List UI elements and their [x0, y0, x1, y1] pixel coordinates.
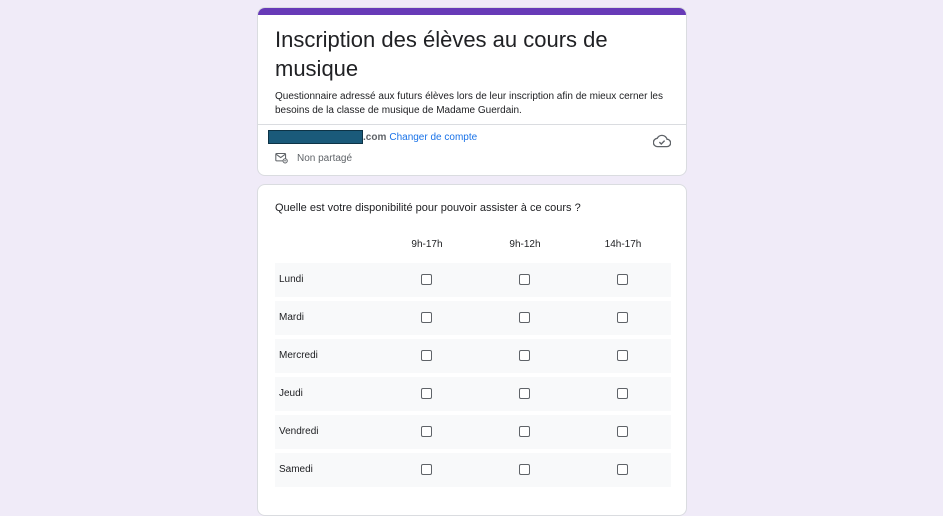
checkbox-jeudi-9h-12h[interactable]	[519, 388, 530, 399]
checkbox-jeudi-9h-17h[interactable]	[421, 388, 432, 399]
checkbox-jeudi-14h-17h[interactable]	[617, 388, 628, 399]
mail-icon	[275, 153, 288, 164]
checkbox-mercredi-9h-17h[interactable]	[421, 350, 432, 361]
form-header-card: Inscription des élèves au cours de musiq…	[257, 7, 687, 176]
checkbox-lundi-9h-17h[interactable]	[421, 274, 432, 285]
grid-row-mardi: Mardi	[275, 301, 671, 335]
row-label: Mercredi	[279, 350, 318, 361]
grid-row-vendredi: Vendredi	[275, 415, 671, 449]
checkbox-samedi-14h-17h[interactable]	[617, 464, 628, 475]
checkbox-samedi-9h-12h[interactable]	[519, 464, 530, 475]
row-label: Jeudi	[279, 388, 303, 399]
checkbox-vendredi-9h-12h[interactable]	[519, 426, 530, 437]
grid-rows: Lundi Mardi Mercredi Jeudi Vendredi Same…	[275, 263, 671, 491]
row-label: Samedi	[279, 464, 313, 475]
grid-column-headers: 9h-17h 9h-12h 14h-17h	[275, 239, 671, 253]
checkbox-vendredi-14h-17h[interactable]	[617, 426, 628, 437]
column-header-9h-12h: 9h-12h	[509, 239, 541, 250]
checkbox-mardi-14h-17h[interactable]	[617, 312, 628, 323]
row-label: Vendredi	[279, 426, 319, 437]
grid-row-jeudi: Jeudi	[275, 377, 671, 411]
grid-row-mercredi: Mercredi	[275, 339, 671, 373]
share-status-text: Non partagé	[297, 152, 353, 164]
question-title: Quelle est votre disponibilité pour pouv…	[275, 202, 581, 214]
question-card: Quelle est votre disponibilité pour pouv…	[257, 184, 687, 516]
share-status-row: Non partagé	[275, 151, 352, 165]
header-accent-bar	[258, 8, 686, 15]
checkbox-lundi-14h-17h[interactable]	[617, 274, 628, 285]
grid-row-lundi: Lundi	[275, 263, 671, 297]
column-header-9h-17h: 9h-17h	[411, 239, 443, 250]
checkbox-mardi-9h-17h[interactable]	[421, 312, 432, 323]
checkbox-mardi-9h-12h[interactable]	[519, 312, 530, 323]
change-account-link[interactable]: Changer de compte	[389, 132, 477, 143]
checkbox-lundi-9h-12h[interactable]	[519, 274, 530, 285]
checkbox-mercredi-14h-17h[interactable]	[617, 350, 628, 361]
grid-row-samedi: Samedi	[275, 453, 671, 487]
checkbox-mercredi-9h-12h[interactable]	[519, 350, 530, 361]
row-label: Lundi	[279, 274, 304, 285]
row-label: Mardi	[279, 312, 305, 323]
email-suffix: .com	[363, 131, 387, 143]
form-description: Questionnaire adressé aux futurs élèves …	[275, 91, 663, 116]
account-row: .com Changer de compte	[268, 129, 477, 145]
checkbox-samedi-9h-17h[interactable]	[421, 464, 432, 475]
column-header-14h-17h: 14h-17h	[604, 239, 642, 250]
header-divider	[258, 124, 686, 125]
redacted-email	[268, 130, 363, 144]
cloud-icon[interactable]	[653, 134, 671, 148]
form-title: Inscription des élèves au cours de musiq…	[275, 27, 608, 81]
form-container: Inscription des élèves au cours de musiq…	[257, 7, 687, 516]
checkbox-vendredi-9h-17h[interactable]	[421, 426, 432, 437]
